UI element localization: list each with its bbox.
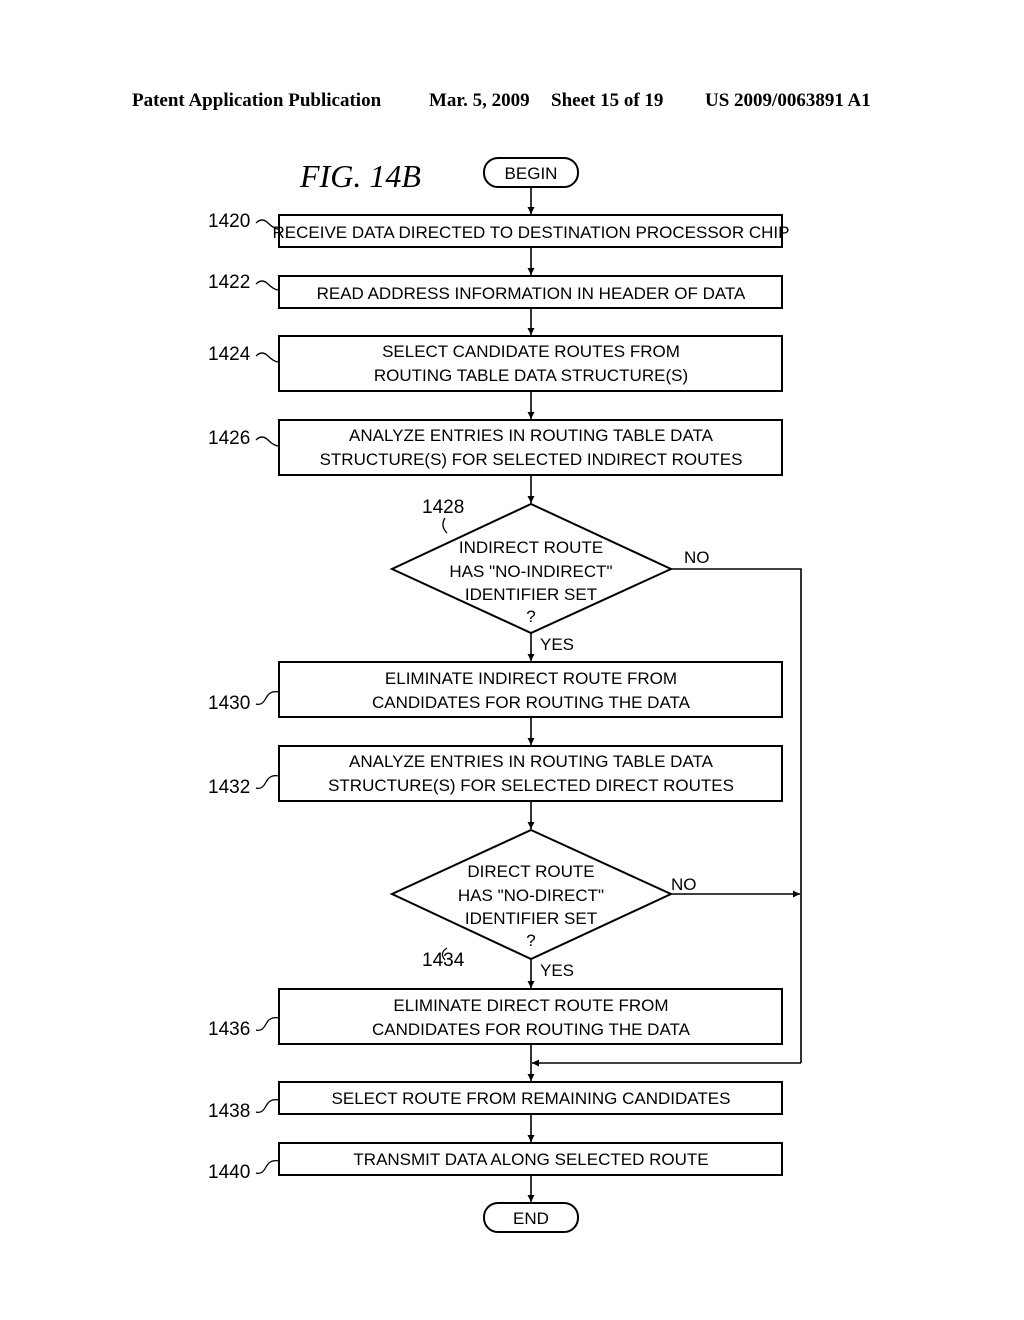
step-1436: ELIMINATE DIRECT ROUTE FROM CANDIDATES F… [208, 988, 783, 1045]
leader-line [255, 1098, 280, 1114]
step-1426: ANALYZE ENTRIES IN ROUTING TABLE DATA ST… [208, 419, 783, 476]
step-1420: RECEIVE DATA DIRECTED TO DESTINATION PRO… [208, 211, 790, 248]
leader-line [255, 436, 280, 447]
step-text-line1: ELIMINATE INDIRECT ROUTE FROM [385, 669, 677, 688]
end-label: END [513, 1209, 549, 1228]
leader-line [255, 1016, 280, 1032]
decision-text-line3: IDENTIFIER SET [465, 909, 597, 928]
step-1432: ANALYZE ENTRIES IN ROUTING TABLE DATA ST… [208, 745, 783, 802]
leader-line [255, 280, 280, 291]
step-1440: TRANSMIT DATA ALONG SELECTED ROUTE 1440 [208, 1142, 783, 1183]
step-1424: SELECT CANDIDATE ROUTES FROM ROUTING TAB… [208, 335, 783, 392]
step-text-line2: STRUCTURE(S) FOR SELECTED DIRECT ROUTES [328, 776, 734, 795]
begin-label: BEGIN [505, 164, 558, 183]
step-ref: 1424 [208, 344, 251, 365]
step-1422: READ ADDRESS INFORMATION IN HEADER OF DA… [208, 272, 783, 309]
step-1438: SELECT ROUTE FROM REMAINING CANDIDATES 1… [208, 1081, 783, 1122]
decision-1428: INDIRECT ROUTE HAS "NO-INDIRECT" IDENTIF… [389, 497, 710, 654]
step-text-line2: ROUTING TABLE DATA STRUCTURE(S) [374, 366, 688, 385]
step-text-line2: STRUCTURE(S) FOR SELECTED INDIRECT ROUTE… [320, 450, 743, 469]
decision-text-line3: IDENTIFIER SET [465, 585, 597, 604]
step-text: SELECT ROUTE FROM REMAINING CANDIDATES [332, 1089, 731, 1108]
yes-label: YES [540, 635, 574, 654]
no-label: NO [671, 875, 697, 894]
decision-text-line4: ? [526, 931, 535, 950]
leader-line [442, 517, 448, 534]
figure-label: FIG. 14B [299, 158, 421, 194]
step-ref: 1432 [208, 777, 250, 798]
flowchart: FIG. 14B BEGIN RECEIVE DATA DIRECTED TO … [208, 157, 802, 1233]
begin-terminator: BEGIN [483, 157, 579, 188]
end-terminator: END [483, 1202, 579, 1233]
step-text-line1: SELECT CANDIDATE ROUTES FROM [382, 342, 680, 361]
step-text-line2: CANDIDATES FOR ROUTING THE DATA [372, 693, 691, 712]
step-ref: 1438 [208, 1101, 250, 1122]
step-text-line1: ANALYZE ENTRIES IN ROUTING TABLE DATA [349, 426, 714, 445]
decision-text-line2: HAS "NO-INDIRECT" [449, 562, 612, 581]
step-text-line1: ANALYZE ENTRIES IN ROUTING TABLE DATA [349, 752, 714, 771]
step-text-line1: ELIMINATE DIRECT ROUTE FROM [393, 996, 668, 1015]
leader-line [255, 774, 280, 790]
decision-ref: 1428 [422, 497, 464, 518]
step-ref: 1430 [208, 693, 250, 714]
step-ref: 1440 [208, 1162, 250, 1183]
step-ref: 1436 [208, 1019, 250, 1040]
step-ref: 1426 [208, 428, 250, 449]
no-label: NO [684, 548, 710, 567]
leader-line [255, 1159, 280, 1175]
decision-text-line1: DIRECT ROUTE [467, 862, 594, 881]
decision-1434: DIRECT ROUTE HAS "NO-DIRECT" IDENTIFIER … [389, 828, 697, 980]
leader-line [255, 352, 280, 363]
step-ref: 1420 [208, 211, 250, 232]
step-text: READ ADDRESS INFORMATION IN HEADER OF DA… [317, 284, 746, 303]
step-text: RECEIVE DATA DIRECTED TO DESTINATION PRO… [272, 223, 789, 242]
step-ref: 1422 [208, 272, 250, 293]
decision-text-line4: ? [526, 607, 535, 626]
leader-line [255, 690, 280, 706]
step-text-line2: CANDIDATES FOR ROUTING THE DATA [372, 1020, 691, 1039]
decision-text-line1: INDIRECT ROUTE [459, 538, 603, 557]
yes-label: YES [540, 961, 574, 980]
decision-text-line2: HAS "NO-DIRECT" [458, 886, 604, 905]
step-text: TRANSMIT DATA ALONG SELECTED ROUTE [353, 1150, 708, 1169]
step-1430: ELIMINATE INDIRECT ROUTE FROM CANDIDATES… [208, 661, 783, 718]
decision-ref: 1434 [422, 950, 465, 971]
